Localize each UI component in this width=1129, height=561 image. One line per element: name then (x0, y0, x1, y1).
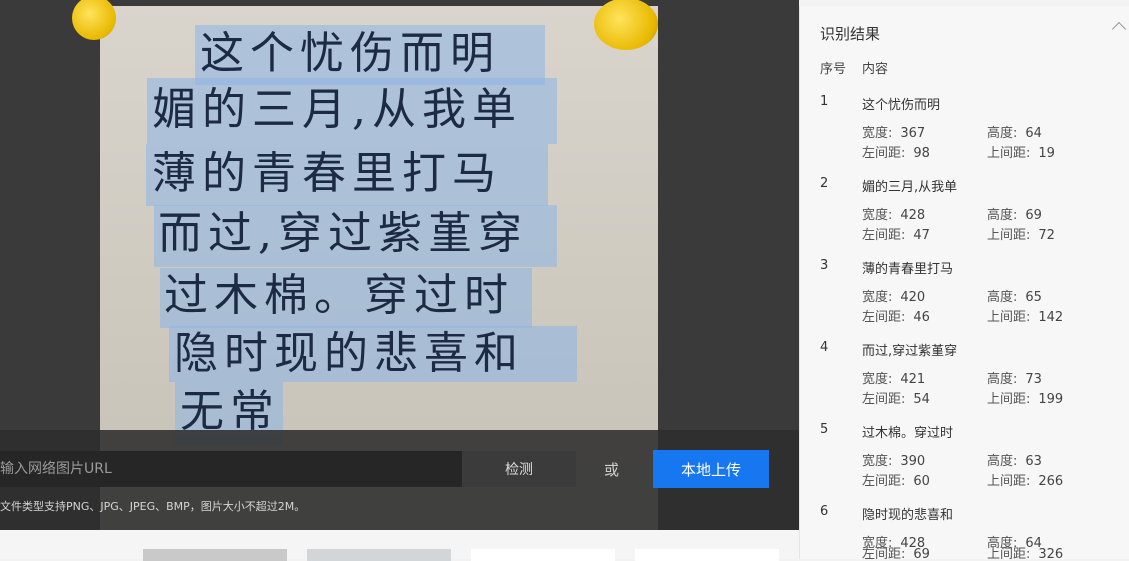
result-text: 这个忧伤而明 (862, 98, 941, 113)
handwriting-line: 媚的三月,从我单 (152, 84, 522, 135)
result-index: 6 (820, 504, 829, 519)
result-index: 4 (820, 340, 829, 355)
local-upload-button[interactable]: 本地上传 (653, 450, 769, 488)
result-text: 媚的三月,从我单 (862, 180, 958, 195)
image-url-input[interactable] (0, 451, 462, 487)
result-width: 宽度: 421 (862, 372, 926, 387)
result-left: 左间距: 46 (862, 310, 930, 325)
chevron-up-icon[interactable] (1111, 21, 1127, 37)
result-top: 上间距: 266 (987, 474, 1064, 489)
result-top: 上间距: 326 (987, 547, 1064, 559)
pushpin-left (72, 0, 116, 40)
handwriting-line: 而过,穿过紫堇穿 (158, 208, 528, 259)
result-index: 1 (820, 94, 829, 109)
column-header-content: 内容 (862, 62, 889, 77)
sample-thumbnail[interactable] (307, 549, 451, 561)
result-width: 宽度: 420 (862, 290, 926, 305)
results-panel: 识别结果 序号 内容 1 这个忧伤而明 宽度: 367 高度: 64 左间距: 98 … (799, 6, 1129, 559)
result-text: 而过,穿过紫堇穿 (862, 344, 958, 359)
result-width: 宽度: 367 (862, 126, 926, 141)
result-left: 左间距: 47 (862, 228, 930, 243)
result-top: 上间距: 142 (987, 310, 1064, 325)
sample-thumbnail[interactable] (635, 549, 779, 561)
result-left: 左间距: 98 (862, 146, 930, 161)
result-index: 5 (820, 422, 829, 437)
result-left: 左间距: 60 (862, 474, 930, 489)
sample-thumbnails (0, 530, 799, 561)
handwriting-line: 薄的青春里打马 (152, 148, 502, 199)
result-left: 左间距: 69 (862, 547, 930, 559)
handwriting-line: 隐时现的悲喜和 (174, 328, 524, 379)
result-height: 高度: 69 (987, 208, 1042, 223)
result-text: 薄的青春里打马 (862, 262, 954, 277)
result-top: 上间距: 72 (987, 228, 1055, 243)
or-label: 或 (604, 461, 620, 479)
result-text: 隐时现的悲喜和 (862, 508, 954, 523)
result-height: 高度: 65 (987, 290, 1042, 305)
result-width: 宽度: 428 (862, 208, 926, 223)
image-preview-panel: 这个忧伤而明 媚的三月,从我单 薄的青春里打马 而过,穿过紫堇穿 过木棉。穿过时… (0, 0, 799, 530)
results-title: 识别结果 (820, 25, 881, 43)
pushpin-right (594, 0, 658, 50)
sample-thumbnail[interactable] (143, 549, 287, 561)
result-height: 高度: 63 (987, 454, 1042, 469)
result-index: 2 (820, 176, 829, 191)
handwriting-line: 过木棉。穿过时 (164, 270, 514, 321)
result-index: 3 (820, 258, 829, 273)
result-text: 过木棉。穿过时 (862, 426, 954, 441)
result-height: 高度: 73 (987, 372, 1042, 387)
file-type-hint: 文件类型支持PNG、JPG、JPEG、BMP，图片大小不超过2M。 (0, 500, 306, 513)
result-width: 宽度: 390 (862, 454, 926, 469)
result-top: 上间距: 19 (987, 146, 1055, 161)
column-header-index: 序号 (820, 62, 847, 77)
result-height: 高度: 64 (987, 126, 1042, 141)
detect-button[interactable]: 检测 (462, 451, 576, 487)
handwriting-line: 这个忧伤而明 (200, 28, 500, 79)
result-top: 上间距: 199 (987, 392, 1064, 407)
sample-thumbnail[interactable] (471, 549, 615, 561)
handwriting-line: 无常 (180, 386, 280, 437)
result-left: 左间距: 54 (862, 392, 930, 407)
